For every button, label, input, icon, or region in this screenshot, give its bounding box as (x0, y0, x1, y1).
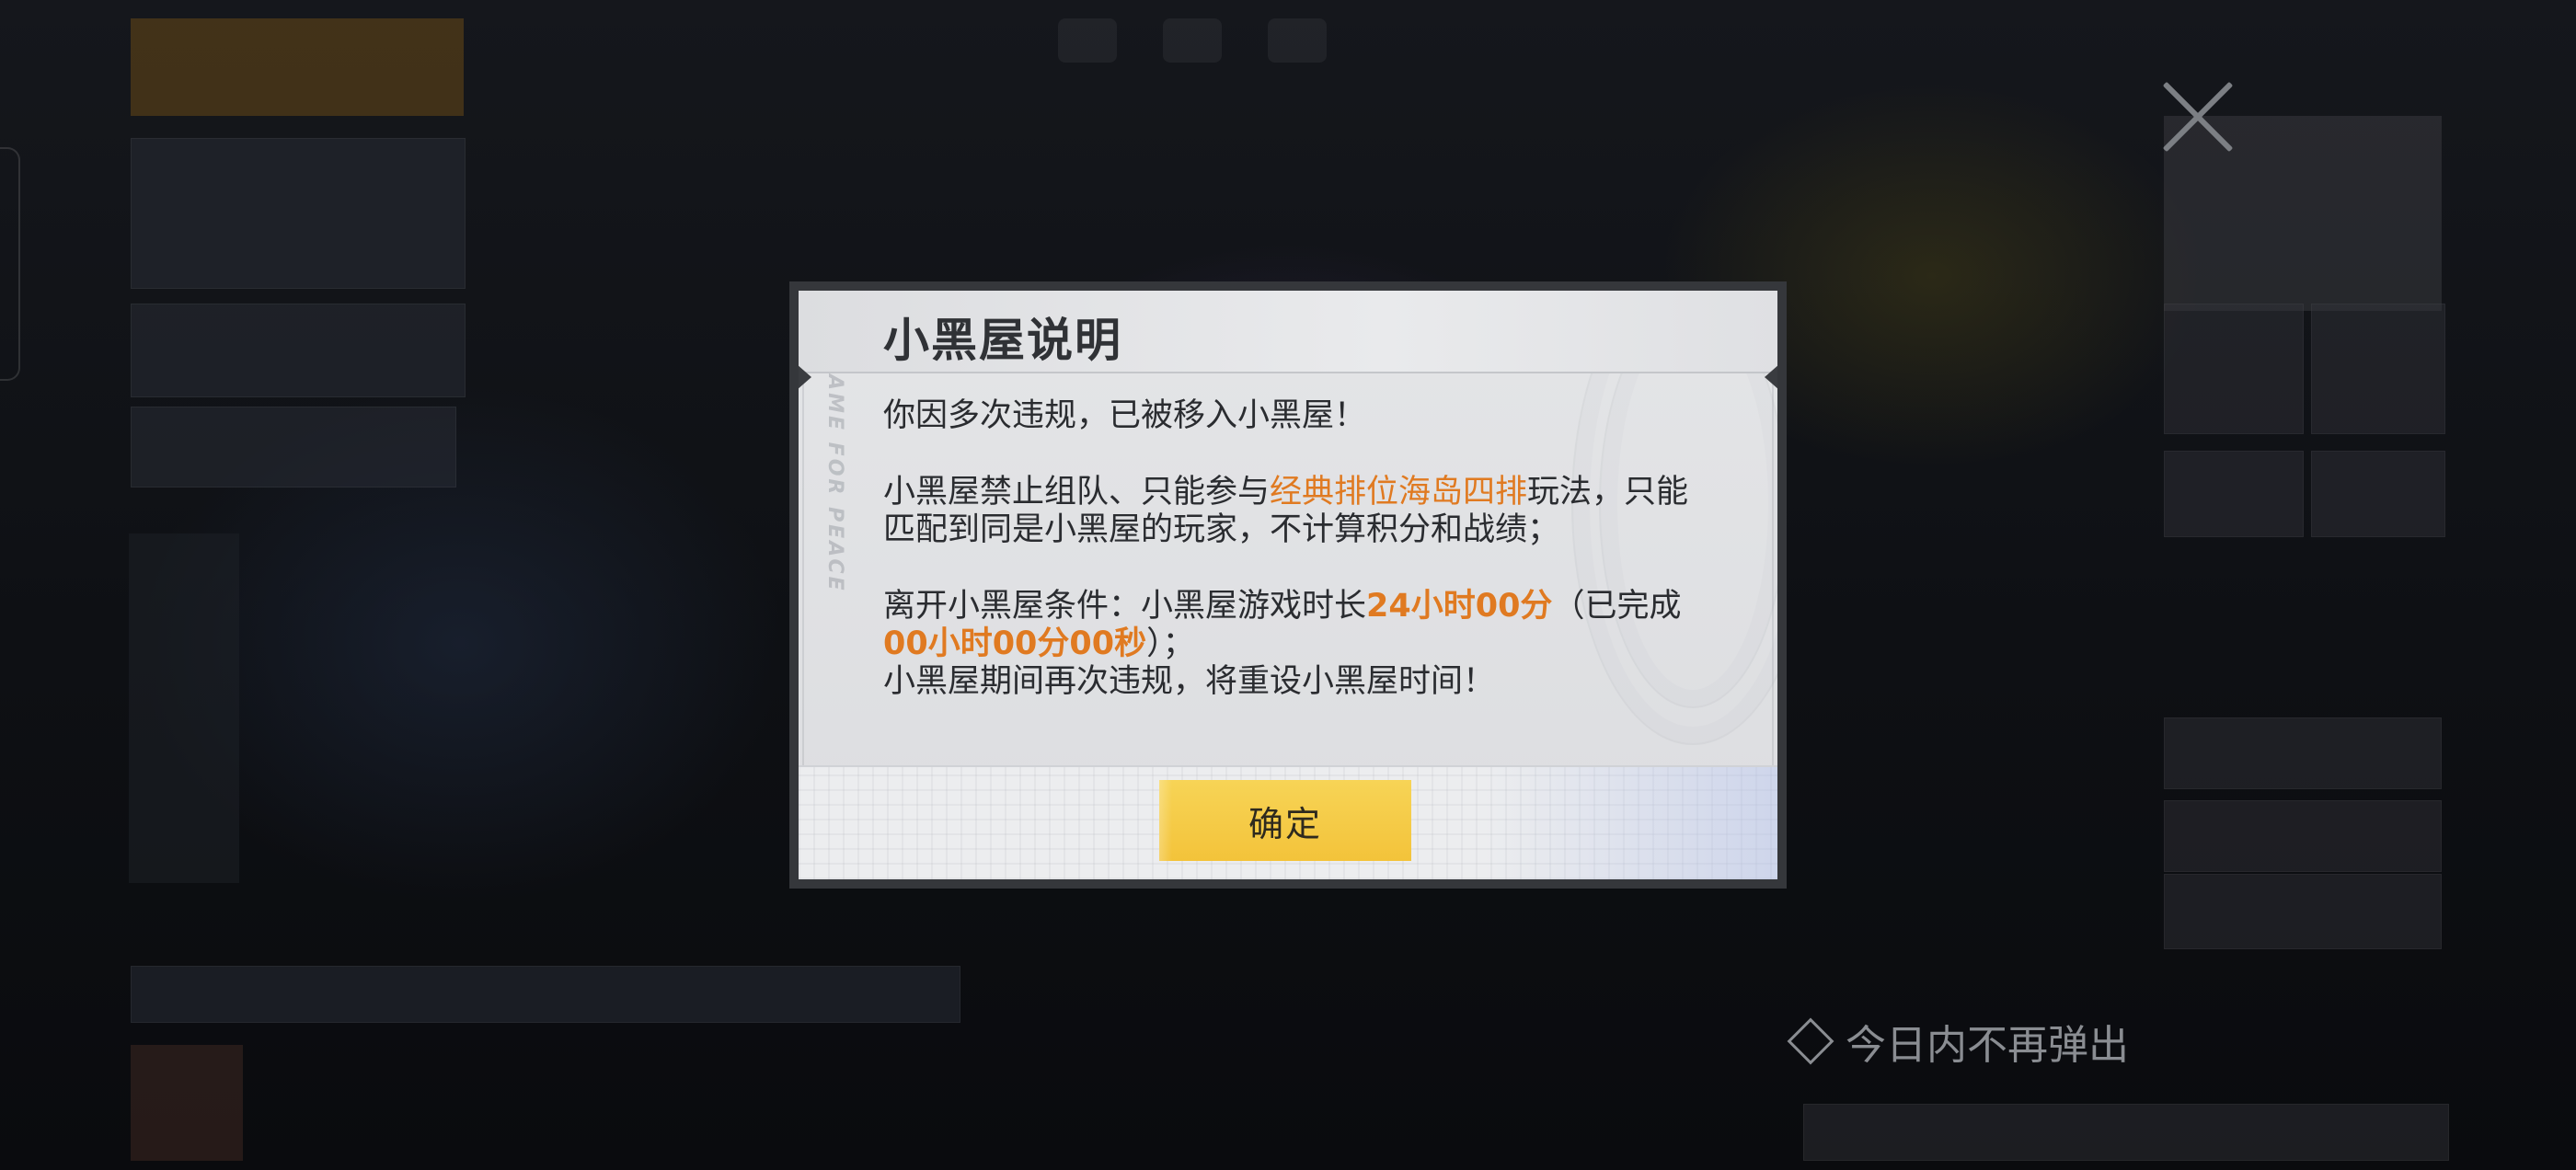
dialog-title: 小黑屋说明 (883, 314, 1122, 367)
team-panel (129, 533, 239, 883)
game-watermark-logo: GAME FOR PEACE (823, 355, 846, 593)
start-game-button-dimmed (131, 18, 464, 116)
confirm-button[interactable]: 确定 (1159, 780, 1411, 861)
match-tile (2164, 800, 2442, 872)
mode-card (131, 138, 466, 289)
warehouse-tile (2311, 304, 2445, 434)
promo-card (131, 407, 456, 488)
shop-tile (2164, 304, 2304, 434)
completed-playtime: 00小时00分00秒 (883, 625, 1147, 662)
no-popup-today-toggle[interactable]: 今日内不再弹出 (1787, 1012, 2129, 1071)
fullscreen-match-tile (2164, 874, 2442, 949)
dialog-body: 你因多次违规，已被移入小黑屋！ 小黑屋禁止组队、只能参与经典排位海岛四排玩法，只… (883, 397, 1702, 701)
frame-line-left (802, 372, 804, 769)
exit-condition-part: ）； (1146, 625, 1195, 662)
dialog-panel: GAME FOR PEACE 小黑屋说明 你因多次违规，已被移入小黑屋！ 小黑屋… (799, 291, 1777, 879)
chat-bar (131, 966, 960, 1023)
restriction-text: 小黑屋禁止组队、只能参与经典排位海岛四排玩法，只能匹配到同是小黑屋的玩家，不计算… (883, 474, 1702, 549)
header-corner-right (1765, 364, 1777, 390)
exit-condition-part: （已完成 (1552, 588, 1682, 625)
diamond-checkbox-icon[interactable] (1787, 1017, 1834, 1065)
no-popup-today-label: 今日内不再弹出 (1846, 1022, 2129, 1069)
header-corner-left (799, 364, 811, 390)
violation-notice: 你因多次违规，已被移入小黑屋！ (883, 397, 1367, 434)
side-drawer-tab (0, 147, 20, 381)
feature-tile-2 (2311, 451, 2445, 537)
reset-warning: 小黑屋期间再次违规，将重设小黑屋时间！ (883, 663, 1496, 700)
feature-tile-1 (2164, 451, 2304, 537)
exit-condition-part: 离开小黑屋条件：小黑屋游戏时长 (883, 588, 1367, 625)
dialog-footer: 确定 (799, 765, 1777, 879)
event-card (131, 304, 466, 397)
close-icon[interactable] (2158, 77, 2237, 156)
bottom-nav (1803, 1104, 2449, 1161)
avatar-thumbnail (131, 1045, 243, 1161)
blacklist-dialog: GAME FOR PEACE 小黑屋说明 你因多次违规，已被移入小黑屋！ 小黑屋… (789, 281, 1787, 889)
exit-condition-text: 离开小黑屋条件：小黑屋游戏时长24小时00分（已完成 00小时00分00秒）； (883, 588, 1702, 663)
allowed-mode-highlight: 经典排位海岛四排 (1270, 474, 1528, 510)
restriction-text-part: 小黑屋禁止组队、只能参与 (883, 474, 1271, 510)
dialog-header: 小黑屋说明 (799, 291, 1777, 373)
required-playtime: 24小时00分 (1366, 588, 1553, 625)
top-icon-row (1058, 18, 1373, 66)
event-tile (2164, 717, 2442, 789)
frame-line-right (1772, 372, 1774, 769)
